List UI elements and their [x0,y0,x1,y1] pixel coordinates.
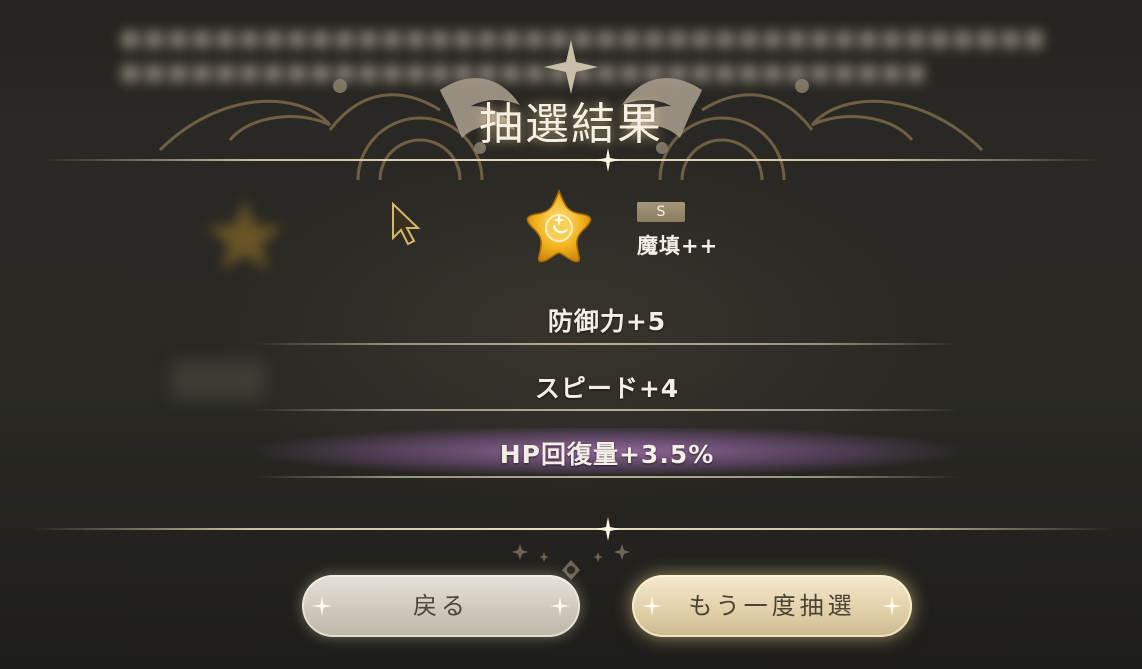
header-divider [40,159,1102,161]
dialog-title: 抽選結果 [479,99,663,150]
footer-divider [30,528,1112,530]
stat-line-2: スピード+4 [534,374,680,403]
pointer-cursor-icon [392,202,421,246]
item-name: 魔填++ [637,234,719,258]
gold-star-emblem-icon [526,188,592,263]
stat-divider [255,476,959,478]
stat-divider [255,409,959,411]
redraw-button-label: もう一度抽選 [688,592,856,620]
button-sparkle-icon [550,596,570,616]
button-sparkle-icon [642,596,662,616]
back-button-label: 戻る [413,592,469,620]
button-sparkle-icon [312,596,332,616]
background-star-icon [207,199,283,271]
back-button[interactable]: 戻る [302,575,580,637]
stat-line-1: 防御力+5 [547,307,667,336]
stat-line-3: HP回復量+3.5% [499,440,715,469]
rank-badge: S [637,202,685,222]
stat-divider [255,343,959,345]
lottery-result-screen: ■■■■■■■■■■■■■■■■■■■■■■■■■■■■■■■■■■■■■■■ ■… [0,0,1142,669]
header-sparkle-icon [596,148,620,172]
redraw-button[interactable]: もう一度抽選 [632,575,912,637]
button-sparkle-icon [882,596,902,616]
